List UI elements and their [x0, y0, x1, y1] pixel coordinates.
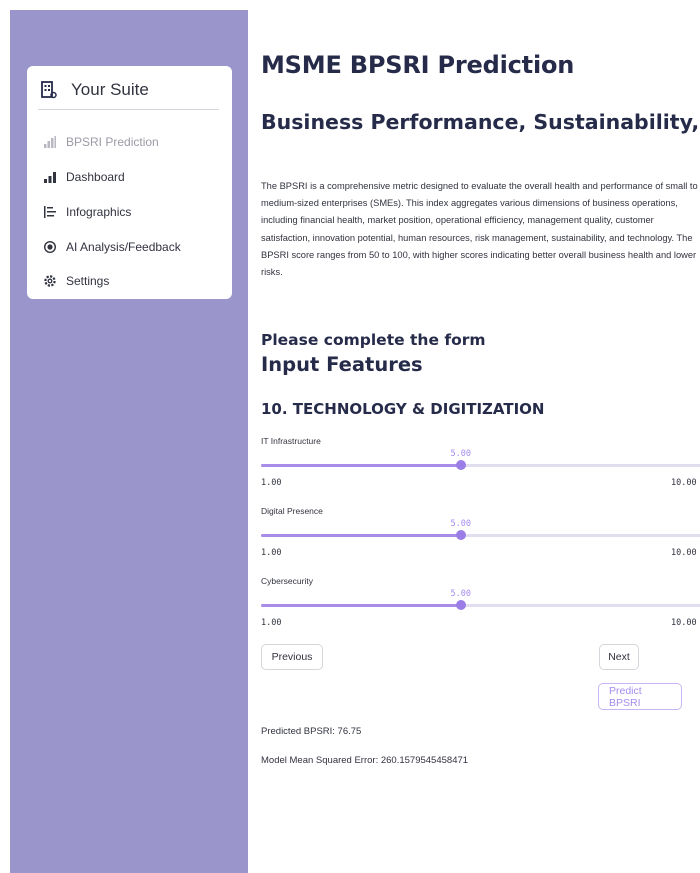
slider-min: 1.00	[261, 478, 282, 488]
slider-track[interactable]	[261, 460, 700, 470]
slider-fill	[261, 604, 461, 607]
slider-label: Cybersecurity	[261, 576, 313, 586]
slider-fill	[261, 464, 461, 467]
ai-icon	[44, 241, 56, 253]
slider-value: 5.00	[450, 589, 472, 599]
sidebar-item-dashboard[interactable]: Dashboard	[44, 170, 125, 184]
slider-max: 10.00	[671, 548, 697, 558]
bar-chart-icon	[44, 171, 56, 183]
menu-header: Your Suite	[41, 80, 149, 100]
sidebar-menu: Your Suite BPSRI Prediction Dashboard In…	[27, 66, 232, 299]
mse-result: Model Mean Squared Error: 260.1579545458…	[261, 755, 469, 766]
sidebar-item-label: Settings	[66, 274, 110, 288]
sidebar-item-settings[interactable]: Settings	[44, 274, 109, 288]
slider-max: 10.00	[671, 618, 697, 628]
sidebar-item-label: Infographics	[66, 205, 132, 219]
predicted-result: Predicted BPSRI: 76.75	[261, 726, 362, 737]
app-root: Your Suite BPSRI Prediction Dashboard In…	[0, 0, 700, 873]
slider-min: 1.00	[261, 618, 282, 628]
main-content: MSME BPSRI Prediction Business Performan…	[259, 0, 700, 873]
slider-thumb[interactable]	[455, 460, 466, 470]
building-icon	[41, 81, 57, 99]
sidebar-item-label: AI Analysis/Feedback	[66, 240, 181, 254]
sidebar-item-infographics[interactable]: Infographics	[44, 205, 131, 219]
sidebar-item-ai-analysis[interactable]: AI Analysis/Feedback	[44, 240, 181, 254]
slider-value: 5.00	[450, 519, 472, 529]
gear-icon	[44, 275, 56, 287]
form-prompt: Please complete the form	[261, 331, 486, 349]
slider-thumb[interactable]	[455, 600, 466, 610]
page-subtitle: Business Performance, Sustainability, an…	[261, 110, 700, 134]
slider-max: 10.00	[671, 478, 697, 488]
section-heading: 10. TECHNOLOGY & DIGITIZATION	[261, 400, 545, 418]
slider-label: IT Infrastructure	[261, 436, 321, 446]
input-features-heading: Input Features	[261, 353, 423, 376]
slider-track[interactable]	[261, 530, 700, 540]
slider-digital-presence: Digital Presence 5.00 1.00 10.00	[261, 506, 700, 566]
slider-min: 1.00	[261, 548, 282, 558]
menu-divider	[38, 109, 219, 110]
predict-button[interactable]: Predict BPSRI	[598, 683, 682, 710]
bar-chart-icon	[44, 136, 56, 148]
slider-cybersecurity: Cybersecurity 5.00 1.00 10.00	[261, 576, 700, 636]
sidebar-item-label: Dashboard	[66, 170, 125, 184]
slider-label: Digital Presence	[261, 506, 323, 516]
sidebar-item-label: BPSRI Prediction	[66, 135, 159, 149]
sidebar-item-bpsri-prediction[interactable]: BPSRI Prediction	[44, 135, 159, 149]
menu-title: Your Suite	[71, 80, 149, 99]
slider-it-infrastructure: IT Infrastructure 5.00 1.00 10.00	[261, 436, 700, 496]
sidebar: Your Suite BPSRI Prediction Dashboard In…	[10, 10, 248, 873]
next-button[interactable]: Next	[599, 644, 639, 670]
page-title: MSME BPSRI Prediction	[261, 51, 575, 79]
list-icon	[44, 206, 56, 218]
slider-track[interactable]	[261, 600, 700, 610]
description-text: The BPSRI is a comprehensive metric desi…	[261, 181, 698, 278]
slider-value: 5.00	[450, 449, 472, 459]
previous-button[interactable]: Previous	[261, 644, 323, 670]
slider-fill	[261, 534, 461, 537]
slider-thumb[interactable]	[455, 530, 466, 540]
